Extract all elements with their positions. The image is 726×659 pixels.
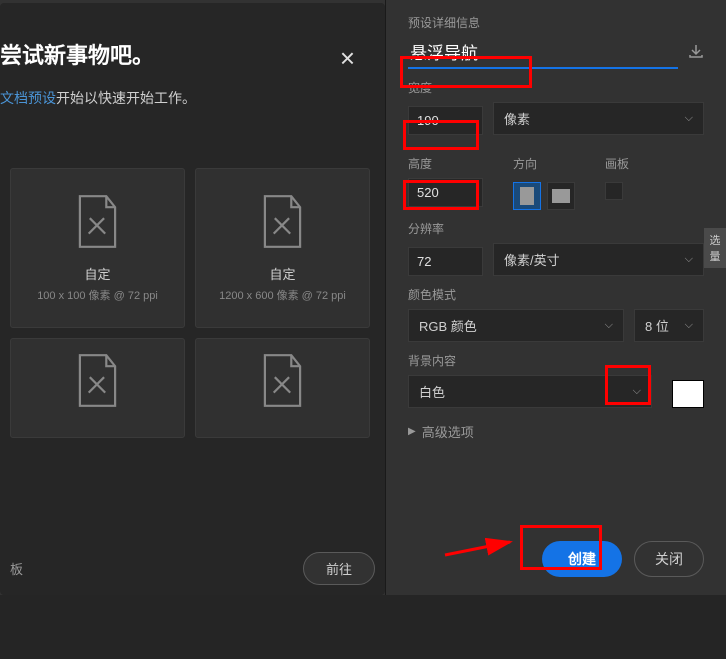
new-document-dialog: × 尝试新事物吧。 文档预设开始以快速开始工作。 自定 100 x 100 像素… xyxy=(0,0,726,595)
color-depth-value: 8 位 xyxy=(645,316,669,335)
height-label: 高度 xyxy=(408,155,483,172)
resolution-label: 分辨率 xyxy=(408,220,704,237)
document-icon xyxy=(260,353,305,408)
document-icon xyxy=(260,194,305,249)
bg-content-select[interactable]: 白色 ⌵ xyxy=(408,375,652,408)
chevron-down-icon: ⌵ xyxy=(685,319,693,332)
bottom-label: 板 xyxy=(10,559,23,578)
triangle-right-icon: ▶ xyxy=(408,426,416,437)
advanced-label: 高级选项 xyxy=(422,422,474,441)
bottom-bar: 板 前往 xyxy=(0,552,375,585)
preset-name: 自定 xyxy=(269,264,295,283)
color-depth-select[interactable]: 8 位 ⌵ xyxy=(634,309,704,342)
chevron-down-icon: ⌵ xyxy=(685,253,693,266)
side-tab[interactable]: 选量 xyxy=(704,228,726,268)
document-icon xyxy=(75,194,120,249)
bg-value: 白色 xyxy=(419,382,445,401)
preset-details-label: 预设详细信息 xyxy=(408,14,704,31)
chevron-down-icon: ⌵ xyxy=(633,385,641,398)
resolution-unit-value: 像素/英寸 xyxy=(504,250,560,269)
color-mode-value: RGB 颜色 xyxy=(419,316,477,335)
preset-dims: 100 x 100 像素 @ 72 ppi xyxy=(37,287,158,303)
width-label: 宽度 xyxy=(408,79,704,96)
subtitle-suffix: 开始以快速开始工作。 xyxy=(56,90,196,106)
advanced-options-toggle[interactable]: ▶ 高级选项 xyxy=(408,422,704,441)
doc-preset-link[interactable]: 文档预设 xyxy=(0,90,56,106)
preset-grid: 自定 100 x 100 像素 @ 72 ppi 自定 1200 x 600 像… xyxy=(0,128,385,448)
bg-color-swatch[interactable] xyxy=(672,380,704,408)
artboard-checkbox[interactable] xyxy=(605,182,623,200)
preset-card[interactable] xyxy=(195,338,370,438)
goto-button[interactable]: 前往 xyxy=(303,552,375,585)
chevron-down-icon: ⌵ xyxy=(605,319,613,332)
width-input[interactable] xyxy=(408,106,483,135)
width-unit-value: 像素 xyxy=(504,109,530,128)
preset-name: 自定 xyxy=(84,264,110,283)
document-icon xyxy=(75,353,120,408)
width-unit-select[interactable]: 像素 ⌵ xyxy=(493,102,704,135)
height-input[interactable] xyxy=(408,178,483,207)
close-button[interactable]: 关闭 xyxy=(634,541,704,577)
resolution-input[interactable] xyxy=(408,247,483,276)
color-mode-label: 颜色模式 xyxy=(408,286,704,303)
document-name-input[interactable] xyxy=(408,37,678,69)
close-icon[interactable]: × xyxy=(340,43,355,74)
save-preset-icon[interactable] xyxy=(688,43,704,64)
left-subtitle: 文档预设开始以快速开始工作。 xyxy=(0,88,365,108)
artboard-label: 画板 xyxy=(605,155,629,172)
resolution-unit-select[interactable]: 像素/英寸 ⌵ xyxy=(493,243,704,276)
create-button[interactable]: 创建 xyxy=(542,541,622,577)
preset-dims: 1200 x 600 像素 @ 72 ppi xyxy=(219,287,346,303)
preset-card[interactable]: 自定 100 x 100 像素 @ 72 ppi xyxy=(10,168,185,328)
chevron-down-icon: ⌵ xyxy=(685,112,693,125)
orientation-landscape-button[interactable] xyxy=(547,182,575,210)
dark-bottom-bg xyxy=(0,595,726,659)
bg-label: 背景内容 xyxy=(408,352,704,369)
orientation-label: 方向 xyxy=(513,155,575,172)
preset-card[interactable]: 自定 1200 x 600 像素 @ 72 ppi xyxy=(195,168,370,328)
orientation-portrait-button[interactable] xyxy=(513,182,541,210)
left-title: 尝试新事物吧。 xyxy=(0,38,365,70)
color-mode-select[interactable]: RGB 颜色 ⌵ xyxy=(408,309,624,342)
preset-card[interactable] xyxy=(10,338,185,438)
preset-panel: × 尝试新事物吧。 文档预设开始以快速开始工作。 自定 100 x 100 像素… xyxy=(0,3,385,595)
details-panel: 预设详细信息 宽度 像素 ⌵ 高度 方向 xyxy=(385,0,726,595)
